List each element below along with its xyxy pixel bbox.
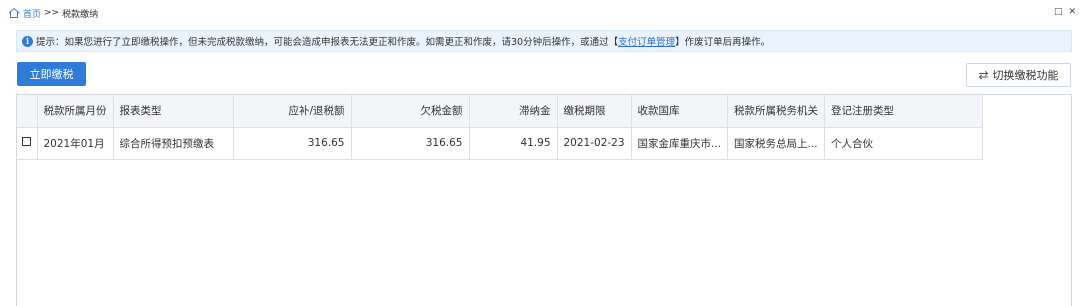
cell-treasury: 国家金库重庆市... (631, 127, 729, 160)
cell-tax-authority: 国家税务总局上... (727, 127, 826, 160)
switch-payment-function-button[interactable]: ⇄ 切换缴税功能 (966, 63, 1071, 87)
breadcrumb-current: 税款缴纳 (62, 9, 99, 20)
notice-text-suffix: 】作废订单后再操作。 (675, 37, 771, 48)
column-header-tax-authority[interactable]: 税款所属税务机关 (727, 95, 826, 128)
cell-tax-period: 2021年01月 (37, 127, 114, 160)
payment-order-management-link[interactable]: 支付订单管理 (618, 34, 675, 48)
column-header-report-type[interactable]: 报表类型 (113, 95, 234, 128)
row-select-cell (17, 127, 38, 160)
breadcrumb: 首页 >> 税款缴纳 □ ✕ (0, 0, 1080, 26)
cell-registration-type: 个人合伙 (824, 127, 984, 160)
home-icon[interactable] (8, 7, 20, 19)
cell-payable-refund: 316.65 (233, 127, 352, 160)
column-header-treasury[interactable]: 收款国库 (631, 95, 729, 128)
column-header-overdue-tax[interactable]: 欠税金额 (351, 95, 470, 128)
cell-overdue-tax: 316.65 (351, 127, 470, 160)
tax-payment-table: 税款所属月份 报表类型 应补/退税额 欠税金额 滞纳金 缴税期限 收款国库 税款… (16, 94, 1072, 306)
pay-now-button[interactable]: 立即缴税 (17, 62, 86, 86)
select-column-header (17, 95, 38, 128)
close-icon[interactable]: ✕ (1068, 7, 1076, 17)
cell-late-fee: 41.95 (469, 127, 558, 160)
notice-text-prefix: 提示：如果您进行了立即缴税操作，但未完成税款缴纳，可能会造成申报表无法更正和作废… (36, 37, 619, 48)
restore-icon[interactable]: □ (1054, 7, 1063, 17)
breadcrumb-separator: >> (44, 8, 60, 18)
window-controls: □ ✕ (1054, 7, 1076, 17)
swap-icon: ⇄ (978, 68, 989, 82)
switch-payment-function-label: 切换缴税功能 (992, 69, 1059, 82)
column-header-registration-type[interactable]: 登记注册类型 (824, 95, 984, 128)
table-header-row: 税款所属月份 报表类型 应补/退税额 欠税金额 滞纳金 缴税期限 收款国库 税款… (17, 95, 984, 128)
cell-report-type: 综合所得预扣预缴表 (113, 127, 234, 160)
column-header-late-fee[interactable]: 滞纳金 (469, 95, 558, 128)
column-header-payment-deadline[interactable]: 缴税期限 (557, 95, 632, 128)
row-checkbox[interactable] (22, 137, 32, 146)
info-icon: i (22, 35, 33, 47)
column-header-tax-period[interactable]: 税款所属月份 (37, 95, 114, 128)
cell-payment-deadline: 2021-02-23 (557, 127, 632, 160)
table-row[interactable]: 2021年01月 综合所得预扣预缴表 316.65 316.65 41.95 2… (17, 127, 984, 160)
breadcrumb-home-link[interactable]: 首页 (23, 7, 41, 20)
column-header-payable-refund[interactable]: 应补/退税额 (233, 95, 352, 128)
notice-bar: i 提示：如果您进行了立即缴税操作，但未完成税款缴纳，可能会造成申报表无法更正和… (16, 30, 1072, 52)
